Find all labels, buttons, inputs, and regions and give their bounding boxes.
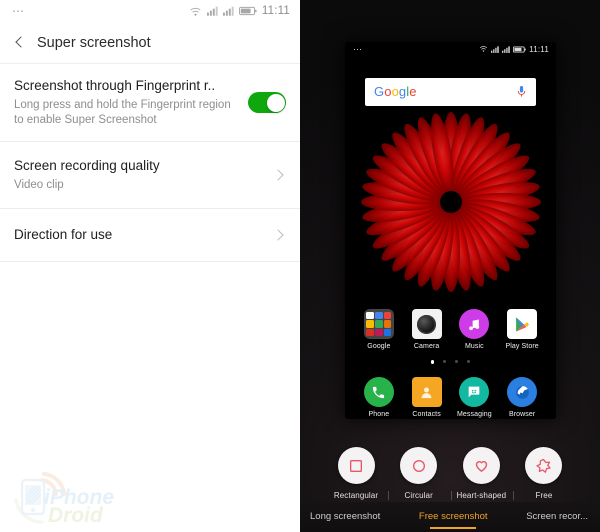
phone-status-more-dots-icon: ⋯ <box>353 43 363 54</box>
page-dot[interactable] <box>455 360 459 363</box>
shape-separator <box>450 491 452 500</box>
page-title: Super screenshot <box>37 34 151 51</box>
shape-option-circular[interactable]: Circular <box>391 447 452 500</box>
back-chevron-icon[interactable] <box>12 35 28 51</box>
contacts-icon <box>411 377 442 407</box>
app-contacts[interactable]: Contacts <box>406 377 448 419</box>
shape-separator <box>388 491 389 500</box>
app-screenshot-comparison: ⋯ 11:11 Super screenshot Screenshot thro… <box>0 0 600 532</box>
watermark-line1: iPhone <box>44 486 114 509</box>
square-icon <box>337 447 375 484</box>
app-label: Play Store <box>505 343 539 350</box>
shape-option-free[interactable]: Free <box>516 447 572 500</box>
shape-option-heart[interactable]: Heart-shaped <box>453 447 515 500</box>
phone-status-indicators: 11:11 <box>479 45 549 54</box>
shape-label: Heart-shaped <box>456 491 507 500</box>
battery-icon <box>513 45 526 53</box>
home-app-dock: Phone Contacts Messaging Browser <box>345 377 556 419</box>
shape-label: Circular <box>404 491 433 500</box>
row-subtitle: Video clip <box>14 179 64 191</box>
row-title: Screen recording quality <box>14 158 160 173</box>
row-title: Screenshot through Fingerprint r.. <box>14 78 216 93</box>
mode-tab-bar: Long screenshot Free screenshot Screen r… <box>300 502 600 532</box>
microphone-icon[interactable] <box>516 85 527 99</box>
heart-icon <box>462 447 500 484</box>
screenshot-shape-picker: Rectangular Circular Heart-shaped Free <box>300 447 600 500</box>
music-icon <box>459 309 490 339</box>
row-text: Screen recording quality Video clip <box>14 157 273 193</box>
home-app-row-1: Google Camera Music Play Store <box>345 309 556 351</box>
phone-status-clock: 11:11 <box>529 44 549 54</box>
toggle-knob <box>266 93 285 112</box>
battery-icon <box>238 6 257 16</box>
divider <box>0 261 300 262</box>
play-store-icon <box>507 309 538 339</box>
signal-icon <box>222 6 234 16</box>
app-label: Google <box>367 343 391 350</box>
camera-icon <box>411 309 442 339</box>
phone-status-bar: ⋯ 11:11 <box>345 42 556 56</box>
app-messaging[interactable]: Messaging <box>453 377 495 419</box>
setting-row-direction-for-use[interactable]: Direction for use <box>0 209 300 261</box>
signal-icon <box>502 45 510 53</box>
shape-separator <box>513 491 515 500</box>
shape-option-rectangular[interactable]: Rectangular <box>328 447 389 500</box>
fingerprint-screenshot-toggle[interactable] <box>248 92 286 113</box>
settings-title-bar: Super screenshot <box>0 22 300 64</box>
home-page-indicator <box>345 360 556 364</box>
row-title: Direction for use <box>14 227 113 242</box>
app-music[interactable]: Music <box>453 309 495 351</box>
status-more-dots-icon: ⋯ <box>12 4 25 18</box>
wifi-icon <box>480 46 488 53</box>
wifi-icon <box>190 7 201 16</box>
chevron-right-icon <box>273 170 283 180</box>
app-google-folder[interactable]: Google <box>358 309 400 351</box>
signal-icon <box>491 45 499 53</box>
status-clock: 11:11 <box>261 5 290 17</box>
page-dot[interactable] <box>430 360 435 364</box>
app-label: Phone <box>368 411 390 418</box>
phone-device-frame: ⋯ 11:11 Google Google Camera Music Play … <box>345 42 556 419</box>
signal-icon <box>206 6 218 16</box>
settings-status-bar: ⋯ 11:11 <box>0 0 300 22</box>
star-freeform-icon <box>525 447 563 484</box>
app-label: Messaging <box>456 411 492 418</box>
tab-screen-recorder[interactable]: Screen recor... <box>524 505 590 529</box>
google-logo: Google <box>374 84 417 99</box>
home-screen-wallpaper: Google Google Camera Music Play Store Ph… <box>345 56 556 419</box>
browser-icon <box>507 377 538 407</box>
google-search-bar[interactable]: Google <box>365 78 536 106</box>
watermark-line2: Droid <box>48 504 104 526</box>
app-label: Contacts <box>412 411 441 418</box>
tab-long-screenshot[interactable]: Long screenshot <box>308 505 382 529</box>
app-play-store[interactable]: Play Store <box>501 309 543 351</box>
app-camera[interactable]: Camera <box>406 309 448 351</box>
page-dot[interactable] <box>443 360 447 363</box>
app-browser[interactable]: Browser <box>501 377 543 419</box>
chevron-right-icon <box>273 230 283 240</box>
shape-label: Free <box>535 491 553 500</box>
tab-free-screenshot[interactable]: Free screenshot <box>417 505 490 529</box>
row-text: Direction for use <box>14 226 273 244</box>
app-label: Music <box>464 343 484 350</box>
app-phone[interactable]: Phone <box>358 377 400 419</box>
setting-row-fingerprint-screenshot[interactable]: Screenshot through Fingerprint r.. Long … <box>0 64 300 141</box>
circle-icon <box>400 447 438 484</box>
messaging-icon <box>459 377 490 407</box>
iphonedroid-watermark: iPhone Droid <box>14 472 114 526</box>
settings-panel: ⋯ 11:11 Super screenshot Screenshot thro… <box>0 0 300 532</box>
shape-label: Rectangular <box>333 491 379 500</box>
app-label: Browser <box>508 411 536 418</box>
row-subtitle: Long press and hold the Fingerprint regi… <box>14 99 231 126</box>
red-flower-wallpaper <box>360 112 541 292</box>
row-text: Screenshot through Fingerprint r.. Long … <box>14 77 248 128</box>
status-indicators: 11:11 <box>189 5 290 17</box>
page-dot[interactable] <box>467 360 471 363</box>
google-folder-icon <box>363 309 394 339</box>
phone-preview-panel: ⋯ 11:11 Google Google Camera Music Play … <box>300 0 600 532</box>
app-label: Camera <box>413 343 440 350</box>
phone-icon <box>363 377 394 407</box>
setting-row-screen-recording-quality[interactable]: Screen recording quality Video clip <box>0 142 300 208</box>
